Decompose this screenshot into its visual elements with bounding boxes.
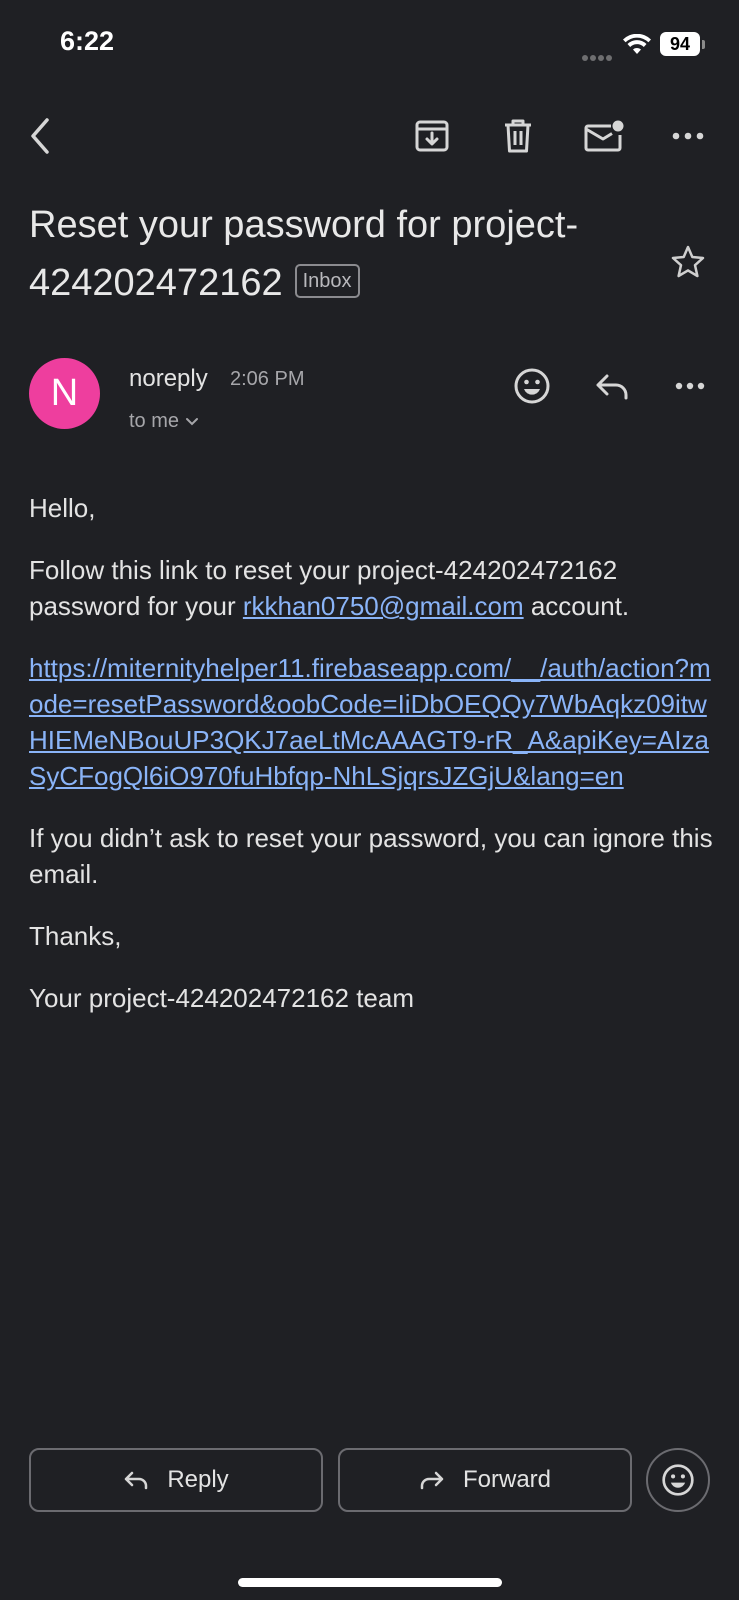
status-time: 6:22 [60,26,115,56]
instruction-paragraph: Follow this link to reset your project-4… [29,552,719,624]
reply-icon [125,1471,148,1490]
home-indicator[interactable] [238,1578,502,1587]
battery-indicator: 94 [660,32,700,56]
react-button[interactable] [646,1448,710,1512]
inbox-label-chip[interactable]: Inbox [294,263,360,298]
instruction-suffix: account. [523,591,630,621]
delete-button[interactable] [496,114,540,158]
recipient-label: to me [129,410,180,432]
trash-icon [505,119,531,153]
email-view: 6:22 94 Reset your password for project-… [0,0,739,1600]
mark-unread-button[interactable] [580,114,628,158]
chevron-left-icon [31,118,49,154]
more-horizontal-icon [672,132,704,140]
reset-password-link[interactable]: https://miternityhelper11.firebaseapp.co… [29,653,711,791]
forward-label: Forward [462,1466,552,1493]
archive-button[interactable] [410,114,454,158]
reply-icon [596,374,628,400]
more-horizontal-icon [675,382,705,390]
reply-label: Reply [167,1466,229,1493]
reply-button[interactable]: Reply [29,1448,323,1512]
add-reaction-button[interactable] [512,366,552,406]
star-button[interactable] [666,240,710,284]
archive-icon [415,120,449,152]
battery-nub [702,40,705,49]
email-body: Hello, Follow this link to reset your pr… [29,490,719,1042]
email-subject: Reset your password for project-42420247… [29,196,669,312]
reset-link-paragraph: https://miternityhelper11.firebaseapp.co… [29,650,719,794]
greeting: Hello, [29,493,96,523]
forward-icon [420,1471,444,1490]
thanks-line: Thanks, [29,921,122,951]
message-more-button[interactable] [670,374,710,398]
account-email-link[interactable]: rkkhan0750@gmail.com [243,591,524,621]
recipient-details[interactable]: to me [129,410,199,433]
more-options-button[interactable] [666,120,710,152]
signal-icon [582,48,614,66]
back-button[interactable] [20,112,60,160]
sender-name[interactable]: noreply [129,365,208,393]
chevron-down-icon [186,417,199,425]
signature-line: Your project-424202472162 team [29,983,414,1013]
emoji-icon [662,1464,694,1496]
email-time: 2:06 PM [230,368,305,390]
reply-button-top[interactable] [592,368,632,404]
emoji-icon [514,368,550,404]
forward-button[interactable]: Forward [338,1448,632,1512]
wifi-icon [622,33,652,61]
mail-unread-icon [584,120,624,152]
star-icon [671,245,705,278]
sender-avatar[interactable]: N [29,358,100,429]
ignore-paragraph: If you didn’t ask to reset your password… [29,823,713,889]
